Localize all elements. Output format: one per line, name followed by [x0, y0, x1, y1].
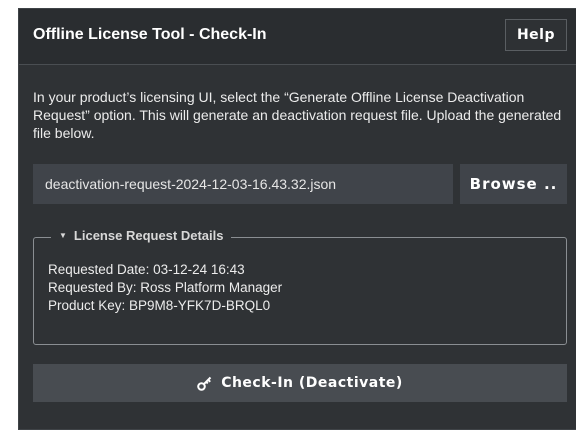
product-key: Product Key: BP9M8-YFK7D-BRQL0 — [48, 298, 271, 313]
license-checkin-dialog: Offline License Tool - Check-In Help In … — [18, 8, 576, 430]
browse-button[interactable]: Browse .. — [460, 164, 567, 204]
help-button[interactable]: Help — [505, 19, 567, 51]
caret-down-icon: ▼ — [59, 230, 67, 240]
requested-date: Requested Date: 03-12-24 16:43 — [48, 262, 245, 277]
instructions-text: In your product’s licensing UI, select t… — [33, 89, 562, 141]
license-request-details: ▼ License Request Details Requested Date… — [33, 228, 567, 345]
checkin-button-label: Check-In (Deactivate) — [221, 375, 403, 391]
dialog-title: Offline License Tool - Check-In — [33, 26, 267, 43]
checkin-deactivate-button[interactable]: Check-In (Deactivate) — [33, 364, 567, 402]
requested-by: Requested By: Ross Platform Manager — [48, 280, 283, 295]
dialog-header: Offline License Tool - Check-In Help — [19, 9, 576, 65]
details-toggle[interactable]: ▼ License Request Details — [51, 228, 232, 243]
details-legend-label: License Request Details — [73, 228, 224, 243]
file-path-field[interactable]: deactivation-request-2024-12-03-16.43.32… — [33, 164, 453, 204]
key-icon — [197, 375, 213, 391]
details-content: Requested Date: 03-12-24 16:43 Requested… — [48, 261, 282, 315]
file-path-value: deactivation-request-2024-12-03-16.43.32… — [45, 176, 337, 192]
